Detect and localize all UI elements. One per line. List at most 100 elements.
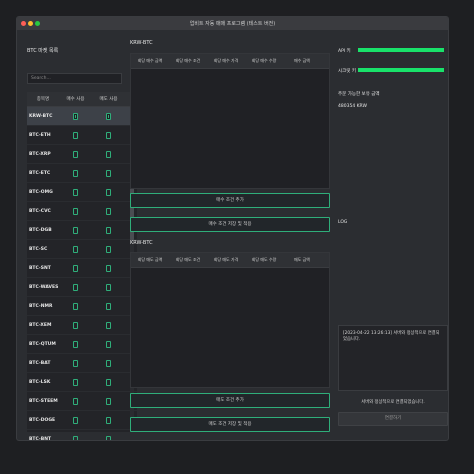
add-sell-condition-button[interactable]: 매도 조건 추가	[130, 393, 330, 408]
sell-checkbox[interactable]	[106, 150, 111, 158]
header-name: 종목명	[36, 97, 50, 102]
save-sell-condition-button[interactable]: 매도 조건 저장 및 적용	[130, 417, 330, 432]
search-input[interactable]: Search...	[27, 73, 122, 84]
buy-cell	[59, 169, 92, 177]
buy-cell	[59, 150, 92, 158]
market-row[interactable]: BTC-XEM	[27, 316, 137, 335]
buy-cell	[59, 245, 92, 253]
secret-key-label: 시크릿 키	[338, 69, 356, 74]
buy-checkbox[interactable]	[73, 283, 78, 291]
secret-key-field[interactable]	[358, 68, 444, 72]
sell-checkbox[interactable]	[106, 131, 111, 139]
sell-header-cell: 회당 매도 가격	[213, 257, 239, 262]
market-row[interactable]: BTC-STEEM	[27, 392, 137, 411]
sell-cell	[92, 112, 125, 120]
buy-checkbox[interactable]	[73, 169, 78, 177]
sell-cell	[92, 378, 125, 386]
buy-checkbox[interactable]	[73, 207, 78, 215]
buy-checkbox[interactable]	[73, 131, 78, 139]
market-row[interactable]: BTC-CVC	[27, 202, 137, 221]
buy-cell	[59, 302, 92, 310]
sell-checkbox[interactable]	[106, 264, 111, 272]
buy-checkbox[interactable]	[73, 264, 78, 272]
buy-checkbox[interactable]	[73, 397, 78, 405]
market-row[interactable]: BTC-DOGE	[27, 411, 137, 430]
connect-button[interactable]: 연결하기	[338, 412, 448, 426]
market-row[interactable]: BTC-BNT	[27, 430, 137, 441]
sell-cell	[92, 188, 125, 196]
buy-checkbox[interactable]	[73, 378, 78, 386]
sell-header-cell: 매	[321, 257, 329, 263]
buy-checkbox[interactable]	[73, 359, 78, 367]
api-key-label: API 키	[338, 49, 351, 54]
buy-checkbox[interactable]	[73, 150, 78, 158]
sell-cell	[92, 283, 125, 291]
buy-cell	[59, 378, 92, 386]
sell-header-cell: 매도 금액	[294, 257, 310, 262]
market-row[interactable]: BTC-DGB	[27, 221, 137, 240]
market-row[interactable]: BTC-WAVES	[27, 278, 137, 297]
buy-cell	[59, 131, 92, 139]
market-row[interactable]: BTC-QTUM	[27, 335, 137, 354]
buy-checkbox[interactable]	[73, 188, 78, 196]
market-name: BTC-DOGE	[29, 417, 56, 423]
market-name: BTC-BNT	[29, 436, 52, 441]
market-list-title: BTC 마켓 목록	[27, 48, 59, 54]
market-name: BTC-ETC	[29, 170, 51, 176]
sell-checkbox[interactable]	[106, 340, 111, 348]
market-row[interactable]: BTC-OMG	[27, 183, 137, 202]
buy-checkbox[interactable]	[73, 226, 78, 234]
buy-header-cell: 회당 매수 가격	[213, 58, 239, 63]
sell-cell	[92, 264, 125, 272]
market-row[interactable]: BTC-ETC	[27, 164, 137, 183]
app-window: 업비트 자동 매매 프로그램 (테스트 버전) BTC 마켓 목록 Search…	[16, 16, 449, 441]
market-row[interactable]: BTC-SNT	[27, 259, 137, 278]
market-row[interactable]: BTC-BAT	[27, 354, 137, 373]
sell-cell	[92, 435, 125, 440]
buy-checkbox[interactable]	[73, 321, 78, 329]
sell-checkbox[interactable]	[106, 169, 111, 177]
buy-cell	[59, 435, 92, 440]
market-name: BTC-NMR	[29, 303, 53, 309]
buy-cell	[59, 359, 92, 367]
market-row[interactable]: BTC-LSK	[27, 373, 137, 392]
sell-checkbox[interactable]	[106, 416, 111, 424]
sell-checkbox[interactable]	[106, 397, 111, 405]
market-row[interactable]: BTC-SC	[27, 240, 137, 259]
sell-checkbox[interactable]	[106, 188, 111, 196]
api-key-field[interactable]	[358, 48, 444, 52]
market-row[interactable]: KRW-BTC	[27, 107, 137, 126]
sell-checkbox[interactable]	[106, 378, 111, 386]
buy-table-header: 회당 매수 금액 회당 매수 조건 회당 매수 가격 회당 매수 수량 매수 금액 매	[131, 54, 329, 69]
buy-cell	[59, 207, 92, 215]
market-name: BTC-STEEM	[29, 398, 58, 404]
sell-checkbox[interactable]	[106, 112, 111, 120]
market-name: BTC-QTUM	[29, 341, 56, 347]
log-line: [2023-04-22 13:26:13] 서버와 정상적으로 연결되었습니다.	[343, 331, 440, 342]
buy-checkbox[interactable]	[73, 112, 78, 120]
log-output: [2023-04-22 13:26:13] 서버와 정상적으로 연결되었습니다.	[338, 325, 448, 391]
buy-checkbox[interactable]	[73, 340, 78, 348]
sell-market-label: KRW-BTC	[130, 240, 153, 246]
sell-checkbox[interactable]	[106, 302, 111, 310]
sell-checkbox[interactable]	[106, 283, 111, 291]
buy-checkbox[interactable]	[73, 416, 78, 424]
sell-checkbox[interactable]	[106, 321, 111, 329]
market-row[interactable]: BTC-NMR	[27, 297, 137, 316]
buy-header-cell: 회당 매수 조건	[175, 58, 201, 63]
market-name: BTC-LSK	[29, 379, 51, 385]
market-name: KRW-BTC	[29, 113, 53, 119]
buy-checkbox[interactable]	[73, 302, 78, 310]
buy-checkbox[interactable]	[73, 435, 78, 440]
save-buy-condition-button[interactable]: 매수 조건 저장 및 적용	[130, 217, 330, 232]
sell-checkbox[interactable]	[106, 359, 111, 367]
buy-checkbox[interactable]	[73, 245, 78, 253]
sell-checkbox[interactable]	[106, 435, 111, 440]
market-row[interactable]: BTC-XRP	[27, 145, 137, 164]
market-row[interactable]: BTC-ETH	[27, 126, 137, 145]
market-rows: KRW-BTC BTC-ETH BTC-XRP BTC-ETC BTC-OMG BTC-C…	[27, 107, 137, 441]
add-buy-condition-button[interactable]: 매수 조건 추가	[130, 193, 330, 208]
sell-checkbox[interactable]	[106, 226, 111, 234]
sell-checkbox[interactable]	[106, 207, 111, 215]
sell-checkbox[interactable]	[106, 245, 111, 253]
